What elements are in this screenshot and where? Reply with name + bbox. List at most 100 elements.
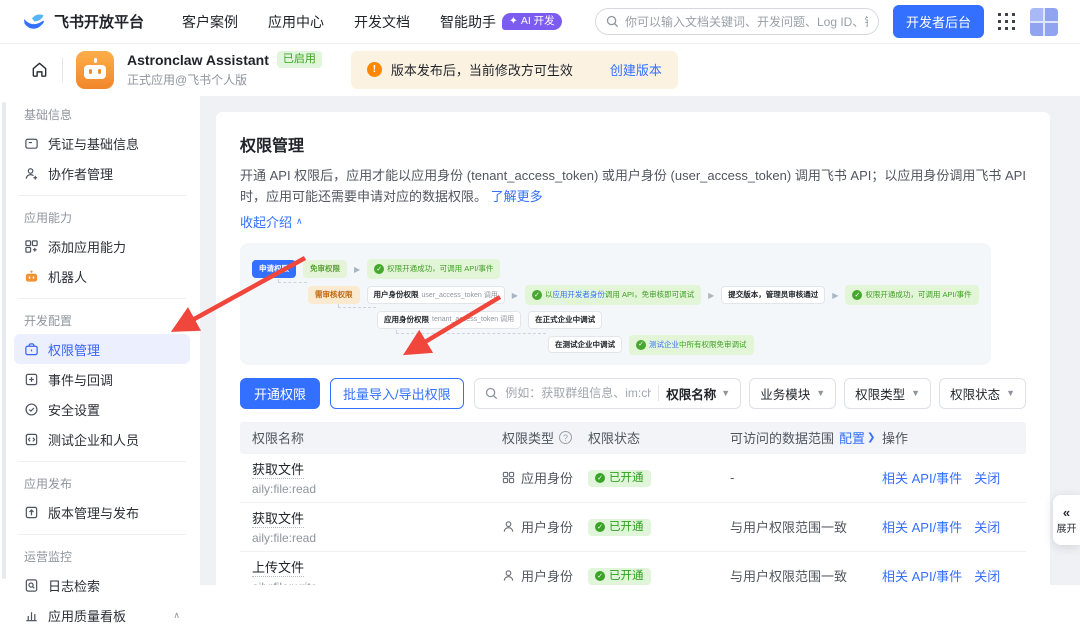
sidebar-item-add-capability[interactable]: 添加应用能力 xyxy=(14,231,190,261)
permission-toolbar: 开通权限 批量导入/导出权限 权限名称▼ 业务模块▼ 权限类型▼ 权限状态▼ xyxy=(240,378,1026,409)
chevron-up-icon[interactable]: ∧ xyxy=(173,610,180,621)
feishu-bird-icon xyxy=(22,11,46,33)
flow-test-debug-node: 在测试企业中调试 xyxy=(548,336,622,354)
developer-console-button[interactable]: 开发者后台 xyxy=(893,5,984,38)
status-badge: ✓已开通 xyxy=(588,568,651,585)
table-row: 上传文件aily:file:write 用户身份 ✓已开通 与用户权限范围一致 … xyxy=(240,552,1026,585)
close-permission-link[interactable]: 关闭 xyxy=(974,566,1000,585)
permission-status-filter[interactable]: 权限状态▼ xyxy=(939,378,1026,409)
sidebar-item-bot[interactable]: 机器人 xyxy=(14,261,190,291)
check-icon: ✓ xyxy=(595,473,605,483)
banner-text: 版本发布后，当前修改方可生效 xyxy=(391,60,573,79)
flow-row-1: 申请权限 免审权限 ▶ ✓权限开通成功，可调用 API/事件 xyxy=(252,259,979,279)
app-name: Astronclaw Assistant xyxy=(127,52,269,68)
user-identity-icon xyxy=(502,569,515,582)
home-icon[interactable] xyxy=(30,60,49,79)
sidebar-item-credentials[interactable]: 凭证与基础信息 xyxy=(14,128,190,158)
divider xyxy=(62,58,63,82)
app-identity-icon xyxy=(502,471,515,484)
check-icon: ✓ xyxy=(595,522,605,532)
sidebar-scrollbar[interactable] xyxy=(2,102,6,579)
search-icon xyxy=(606,15,619,28)
app-subtitle: 正式应用@飞书个人版 xyxy=(127,71,322,88)
business-module-filter[interactable]: 业务模块▼ xyxy=(749,378,836,409)
chevron-down-icon: ▼ xyxy=(1006,388,1015,398)
col-actions: 操作 xyxy=(882,428,1014,447)
permission-type-filter[interactable]: 权限类型▼ xyxy=(844,378,931,409)
apps-grid-icon[interactable] xyxy=(998,13,1016,31)
global-search-input[interactable] xyxy=(625,15,868,29)
help-icon[interactable]: ? xyxy=(559,431,572,444)
chevron-down-icon: ▼ xyxy=(911,388,920,398)
version-release-icon xyxy=(24,505,39,520)
status-badge: ✓已开通 xyxy=(588,470,651,488)
add-capability-icon xyxy=(24,239,39,254)
permission-name: 上传文件 xyxy=(252,557,502,576)
search-field-dropdown[interactable]: 权限名称▼ xyxy=(666,384,730,403)
table-header: 权限名称 权限类型 ? 权限状态 可访问的数据范围 配置❯ 操作 xyxy=(240,422,1026,454)
log-search-icon xyxy=(24,578,39,593)
sidebar-item-log-search[interactable]: 日志检索 xyxy=(14,570,190,600)
feishu-logo[interactable]: 飞书开放平台 xyxy=(22,11,144,33)
page-title: 权限管理 xyxy=(240,132,1026,156)
nav-item-app-center[interactable]: 应用中心 xyxy=(268,12,324,32)
nav-menu: 客户案例 应用中心 开发文档 智能助手 ✦AI 开发 xyxy=(182,12,562,32)
sidebar-section-release: 应用发布 xyxy=(14,469,190,497)
permission-search-input[interactable] xyxy=(505,386,651,400)
ai-dev-badge[interactable]: ✦AI 开发 xyxy=(502,13,562,31)
permission-code: aily:file:read xyxy=(252,482,502,496)
warning-icon: ! xyxy=(367,62,382,77)
app-avatar-robot xyxy=(76,51,114,89)
filter-group: 权限名称▼ 业务模块▼ 权限类型▼ 权限状态▼ xyxy=(474,378,1026,409)
topnav-right: 开发者后台 xyxy=(595,5,1058,38)
sidebar-item-test-enterprise[interactable]: 测试企业和人员 xyxy=(14,424,190,454)
open-permission-button[interactable]: 开通权限 xyxy=(240,378,320,409)
expand-panel-button[interactable]: « 展开 xyxy=(1053,495,1080,545)
sidebar-item-quality-dashboard[interactable]: 应用质量看板 ∧ xyxy=(14,600,190,630)
related-api-events-link[interactable]: 相关 API/事件 xyxy=(882,468,962,487)
permission-search-box[interactable]: 权限名称▼ xyxy=(474,378,741,409)
sidebar-item-permissions[interactable]: 权限管理 xyxy=(14,334,190,364)
global-search-box[interactable] xyxy=(595,8,879,35)
brand-title: 飞书开放平台 xyxy=(54,11,144,32)
nav-item-docs[interactable]: 开发文档 xyxy=(354,12,410,32)
col-permission-type: 权限类型 ? xyxy=(502,428,588,447)
enabled-status-badge: 已启用 xyxy=(277,51,322,68)
sidebar: 基础信息 凭证与基础信息 协作者管理 应用能力 添加应用能力 机器人 开发配置 … xyxy=(0,96,200,585)
chevron-up-icon: ∧ xyxy=(296,216,303,227)
chevron-right-icon: ❯ xyxy=(867,432,875,443)
permission-type: 用户身份 xyxy=(502,517,588,536)
nav-item-assistant[interactable]: 智能助手 ✦AI 开发 xyxy=(440,12,562,32)
sidebar-item-events-callbacks[interactable]: 事件与回调 xyxy=(14,364,190,394)
col-data-range: 可访问的数据范围 配置❯ xyxy=(730,428,882,447)
close-permission-link[interactable]: 关闭 xyxy=(974,468,1000,487)
create-version-link[interactable]: 创建版本 xyxy=(610,60,662,79)
version-warning-banner: ! 版本发布后，当前修改方可生效 创建版本 xyxy=(351,51,678,89)
flow-formal-debug-node: 在正式企业中调试 xyxy=(528,311,602,329)
status-badge: ✓已开通 xyxy=(588,519,651,537)
related-api-events-link[interactable]: 相关 API/事件 xyxy=(882,517,962,536)
permission-code: aily:file:write xyxy=(252,580,502,585)
sidebar-item-collaborators[interactable]: 协作者管理 xyxy=(14,158,190,188)
app-header-bar: Astronclaw Assistant 已启用 正式应用@飞书个人版 ! 版本… xyxy=(0,44,1080,95)
user-avatar[interactable] xyxy=(1030,8,1058,36)
sidebar-item-version-release[interactable]: 版本管理与发布 xyxy=(14,497,190,527)
nav-item-cases[interactable]: 客户案例 xyxy=(182,12,238,32)
sidebar-item-security-settings[interactable]: 安全设置 xyxy=(14,394,190,424)
batch-import-export-button[interactable]: 批量导入/导出权限 xyxy=(330,378,464,409)
close-permission-link[interactable]: 关闭 xyxy=(974,517,1000,536)
configure-link[interactable]: 配置❯ xyxy=(839,428,875,447)
learn-more-link[interactable]: 了解更多 xyxy=(491,189,543,204)
flow-test-free-node: ✓测试企业中所有权限免审调试 xyxy=(629,335,754,355)
flow-submit-review-node: 提交版本，管理员审核通过 xyxy=(721,286,825,304)
sidebar-section-dev-config: 开发配置 xyxy=(14,306,190,334)
app-info: Astronclaw Assistant 已启用 正式应用@飞书个人版 xyxy=(127,51,322,88)
flow-apply-badge: 申请权限 xyxy=(252,260,296,278)
arrow-right-icon: ▶ xyxy=(708,291,714,300)
sidebar-section-capabilities: 应用能力 xyxy=(14,203,190,231)
collapse-intro-link[interactable]: 收起介绍∧ xyxy=(240,212,303,231)
check-icon: ✓ xyxy=(595,571,605,581)
related-api-events-link[interactable]: 相关 API/事件 xyxy=(882,566,962,585)
divider xyxy=(18,534,186,535)
search-icon xyxy=(485,387,498,400)
